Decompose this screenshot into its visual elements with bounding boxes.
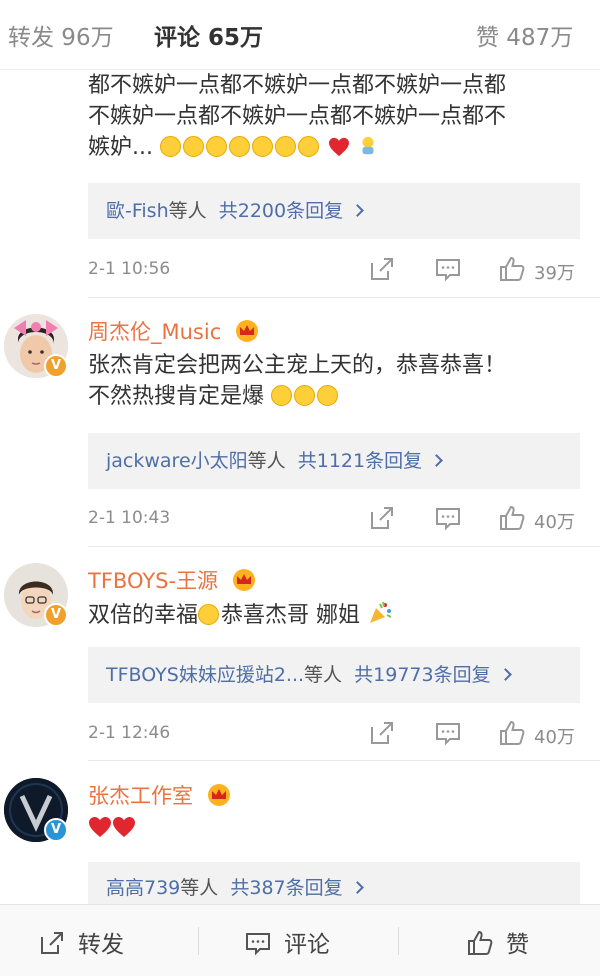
comment-icon[interactable] <box>434 719 462 747</box>
username-text[interactable]: TFBOYS-王源 <box>88 569 218 593</box>
reply-count[interactable]: 共19773条回复 <box>354 664 490 686</box>
grinning-emoji-icon <box>198 604 220 625</box>
comment-segment: 恭喜杰哥 娜姐 <box>221 603 361 628</box>
username[interactable]: TFBOYS-王源 <box>88 565 257 595</box>
thumbs-up-icon[interactable] <box>498 504 526 532</box>
share-icon[interactable] <box>368 255 396 283</box>
divider <box>88 760 600 761</box>
blush-emoji-icon <box>205 136 227 157</box>
divider <box>88 297 600 298</box>
clapping-emoji-icon <box>317 385 339 406</box>
comment-time: 2-1 12:46 <box>88 723 171 743</box>
tab-like[interactable]: 赞 487万 <box>476 18 573 52</box>
repost-button[interactable]: 转发 <box>38 925 124 959</box>
chevron-right-icon <box>430 454 443 467</box>
thumbs-up-icon[interactable] <box>498 255 526 283</box>
heart-icon <box>89 817 111 837</box>
comment-meta: 2-1 10:56 39万 <box>88 255 588 285</box>
reply-suffix: 等人 <box>180 877 219 899</box>
comment-time: 2-1 10:56 <box>88 259 171 279</box>
thumbs-up-icon <box>468 930 493 955</box>
reply-count[interactable]: 共387条回复 <box>230 877 342 899</box>
username-text[interactable]: 张杰工作室 <box>88 784 193 808</box>
reply-suffix: 等人 <box>247 450 286 472</box>
heart-icon <box>113 817 135 837</box>
like-label: 赞 <box>506 932 529 958</box>
comment-time: 2-1 10:43 <box>88 508 171 528</box>
reply-summary[interactable]: TFBOYS妹妹应援站2...等人 共19773条回复 <box>88 647 580 703</box>
like-count: 40万 <box>534 512 575 533</box>
chevron-right-icon <box>351 204 364 217</box>
crown-icon <box>232 569 255 591</box>
reply-summary[interactable]: jackware小太阳等人 共1121条回复 <box>88 433 580 489</box>
comment-line: 都不嫉妒一点都不嫉妒一点都不嫉妒一点都 <box>88 73 507 98</box>
comment-line: 嫉妒... <box>88 132 588 163</box>
verified-badge: V <box>44 818 68 842</box>
comment-tabs: 转发 96万 评论 65万 赞 487万 <box>0 0 600 70</box>
like-count: 39万 <box>534 263 575 284</box>
comment-text: 双倍的幸福 恭喜杰哥 娜姐 <box>88 600 588 631</box>
reply-user[interactable]: jackware小太阳 <box>106 450 248 472</box>
clapping-emoji-icon <box>294 385 316 406</box>
like-count: 40万 <box>534 727 575 748</box>
reply-suffix: 等人 <box>304 664 343 686</box>
tab-comment[interactable]: 评论 65万 <box>154 18 263 52</box>
smile-emoji-icon <box>159 136 181 157</box>
comment-icon <box>246 933 270 956</box>
divider <box>398 927 399 955</box>
baby-emoji-icon <box>362 136 374 155</box>
reply-suffix: 等人 <box>168 200 207 222</box>
reply-count[interactable]: 共1121条回复 <box>298 450 422 472</box>
comment-line-end: 不然热搜肯定是爆 <box>88 384 265 409</box>
like-button[interactable]: 赞 <box>466 925 529 959</box>
pleading-emoji-icon <box>274 136 296 157</box>
bottom-action-bar: 转发 评论 赞 <box>0 904 600 976</box>
comment-line-end: 嫉妒... <box>88 135 153 160</box>
username[interactable]: 张杰工作室 <box>88 780 232 810</box>
divider <box>198 927 199 955</box>
comment-text: 都不嫉妒一点都不嫉妒一点都不嫉妒一点都 不嫉妒一点都不嫉妒一点都不嫉妒一点都不 … <box>88 70 588 163</box>
share-icon[interactable] <box>368 719 396 747</box>
crying-emoji-icon <box>297 136 319 157</box>
reply-user[interactable]: 高高739 <box>106 877 180 899</box>
reply-summary[interactable]: 高高739等人 共387条回复 <box>88 862 580 904</box>
reply-user[interactable]: TFBOYS妹妹应援站2... <box>106 664 304 686</box>
verified-badge: V <box>44 354 68 378</box>
reply-user[interactable]: 歐-Fish <box>106 200 169 222</box>
comment-text: 张杰肯定会把两公主宠上天的，恭喜恭喜！ 不然热搜肯定是爆 <box>88 350 588 412</box>
share-icon[interactable] <box>368 504 396 532</box>
comment-text <box>88 816 588 847</box>
clapping-emoji-icon <box>271 385 293 406</box>
tab-repost[interactable]: 转发 96万 <box>8 18 114 52</box>
disappointed-emoji-icon <box>251 136 273 157</box>
comment-line: 双倍的幸福 恭喜杰哥 娜姐 <box>88 600 588 631</box>
reply-count[interactable]: 共2200条回复 <box>219 200 343 222</box>
crown-icon <box>235 320 258 342</box>
username-text[interactable]: 周杰伦_Music <box>88 320 221 344</box>
chevron-right-icon <box>498 668 512 681</box>
verified-badge: V <box>44 603 68 627</box>
comment-line: 不然热搜肯定是爆 <box>88 381 588 412</box>
thumbs-up-icon[interactable] <box>498 719 526 747</box>
heart-icon <box>328 137 349 157</box>
comment-line: 张杰肯定会把两公主宠上天的，恭喜恭喜！ <box>88 353 507 378</box>
comment-meta: 2-1 10:43 40万 <box>88 504 588 534</box>
comment-button[interactable]: 评论 <box>244 925 330 959</box>
comment-meta: 2-1 12:46 40万 <box>88 719 588 749</box>
upside-down-face-icon <box>182 136 204 157</box>
comment-line: 不嫉妒一点都不嫉妒一点都不嫉妒一点都不 <box>88 104 507 129</box>
username[interactable]: 周杰伦_Music <box>88 316 260 346</box>
chevron-right-icon <box>350 881 364 894</box>
party-popper-icon <box>370 601 392 623</box>
comment-label: 评论 <box>284 932 330 958</box>
repost-label: 转发 <box>78 932 124 958</box>
reply-summary[interactable]: 歐-Fish等人 共2200条回复 <box>88 183 580 239</box>
sad-emoji-icon <box>228 136 250 157</box>
divider <box>88 546 600 547</box>
comment-icon[interactable] <box>434 504 462 532</box>
share-icon <box>41 932 63 954</box>
comment-icon[interactable] <box>434 255 462 283</box>
comment-segment: 双倍的幸福 <box>88 603 199 628</box>
crown-icon <box>207 784 230 806</box>
